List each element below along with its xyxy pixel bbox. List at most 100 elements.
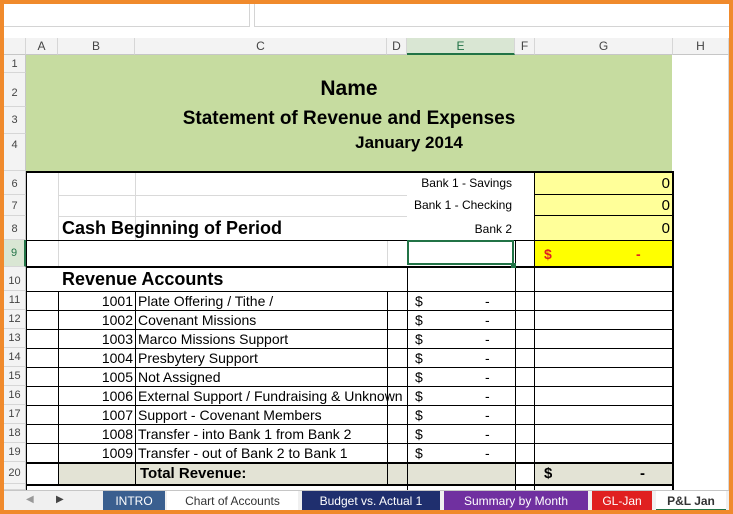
row-header-1[interactable]: 1 <box>4 55 26 73</box>
border-line <box>534 215 673 216</box>
account-name: Covenant Missions <box>138 312 257 328</box>
selected-cell-e9[interactable] <box>407 240 514 265</box>
column-header-g[interactable]: G <box>535 38 673 55</box>
cash-beginning-label: Cash Beginning of Period <box>62 218 283 238</box>
gridline <box>58 195 407 196</box>
sheet-tab-bar: ◀ ▶ INTRO Chart of Accounts Budget vs. A… <box>4 490 729 511</box>
column-header-e[interactable]: E <box>407 38 515 55</box>
account-code: 1007 <box>101 407 133 423</box>
column-header-a[interactable]: A <box>26 38 58 55</box>
row-header-8[interactable]: 8 <box>4 216 26 240</box>
account-code: 1008 <box>101 426 133 442</box>
account-currency: $ <box>415 312 423 328</box>
column-header-f[interactable]: F <box>515 38 535 55</box>
account-code: 1001 <box>101 293 133 309</box>
column-header-b[interactable]: B <box>58 38 135 55</box>
tab-budget-vs-actual[interactable]: Budget vs. Actual 1 <box>302 491 440 511</box>
account-code: 1006 <box>101 388 133 404</box>
total-revenue-currency: $ <box>544 465 553 482</box>
row-header-15[interactable]: 15 <box>4 367 26 386</box>
row-header-18[interactable]: 18 <box>4 424 26 443</box>
column-header-h[interactable]: H <box>673 38 729 55</box>
account-name: Plate Offering / Tithe / <box>138 293 274 309</box>
bank2-label: Bank 2 <box>474 222 512 236</box>
border-line <box>26 484 674 486</box>
border-line <box>26 367 674 368</box>
account-code: 1009 <box>101 445 133 461</box>
account-code: 1003 <box>101 331 133 347</box>
row-header-19[interactable]: 19 <box>4 443 26 462</box>
account-code: 1005 <box>101 369 133 385</box>
row-header-6[interactable]: 6 <box>4 171 26 195</box>
border-line <box>26 348 674 349</box>
account-name: Marco Missions Support <box>138 331 289 347</box>
total-revenue-label: Total Revenue: <box>140 465 247 482</box>
row-header-17[interactable]: 17 <box>4 405 26 424</box>
name-box[interactable] <box>4 4 250 27</box>
tab-summary-by-month[interactable]: Summary by Month <box>444 491 588 511</box>
row-header-11[interactable]: 11 <box>4 291 26 310</box>
account-code: 1004 <box>101 350 133 366</box>
border-line <box>26 462 674 464</box>
account-name: Support - Covenant Members <box>138 407 322 423</box>
row-header-20[interactable]: 20 <box>4 462 26 484</box>
account-name: Transfer - out of Bank 2 to Bank 1 <box>138 445 348 461</box>
tab-gl-jan[interactable]: GL-Jan <box>592 491 652 511</box>
bank2-value: 0 <box>661 220 670 237</box>
account-amount: - <box>485 369 490 385</box>
account-currency: $ <box>415 426 423 442</box>
bank1-checking-label: Bank 1 - Checking <box>413 198 512 212</box>
total-revenue-value: - <box>640 465 645 482</box>
scroll-right-icon[interactable]: ▶ <box>56 494 64 505</box>
fill-handle[interactable] <box>511 263 516 268</box>
row-header-10[interactable]: 10 <box>4 267 26 291</box>
account-name: Presbytery Support <box>138 350 258 366</box>
tab-intro[interactable]: INTRO <box>103 491 165 511</box>
account-name: External Support / Fundraising & Unknown <box>138 388 403 404</box>
border-line <box>26 266 674 268</box>
account-currency: $ <box>415 293 423 309</box>
account-currency: $ <box>415 445 423 461</box>
border-line <box>26 329 674 330</box>
column-header-c[interactable]: C <box>135 38 387 55</box>
cash-total-value: - <box>636 246 641 262</box>
cash-total-cell[interactable] <box>535 240 673 267</box>
border-line <box>26 310 674 311</box>
bank1-savings-label: Bank 1 - Savings <box>421 176 512 190</box>
account-amount: - <box>485 331 490 347</box>
border-line <box>26 405 674 406</box>
account-amount: - <box>485 350 490 366</box>
border-line <box>26 240 674 241</box>
account-name: Transfer - into Bank 1 from Bank 2 <box>138 426 352 442</box>
title-banner: Name Statement of Revenue and Expenses J… <box>26 55 672 171</box>
account-amount: - <box>485 293 490 309</box>
formula-bar[interactable] <box>254 4 730 27</box>
account-currency: $ <box>415 331 423 347</box>
total-revenue-shading <box>58 462 515 484</box>
bank1-checking-value: 0 <box>661 197 670 214</box>
border-line <box>135 291 136 484</box>
column-header-d[interactable]: D <box>387 38 407 55</box>
row-header-4[interactable]: 4 <box>4 134 26 171</box>
select-all-corner[interactable] <box>4 38 26 55</box>
tab-chart-of-accounts[interactable]: Chart of Accounts <box>167 491 298 511</box>
account-name: Not Assigned <box>138 369 221 385</box>
row-header-16[interactable]: 16 <box>4 386 26 405</box>
row-header-3[interactable]: 3 <box>4 107 26 134</box>
row-header-13[interactable]: 13 <box>4 329 26 348</box>
gridline <box>728 55 729 490</box>
row-header-12[interactable]: 12 <box>4 310 26 329</box>
row-header-14[interactable]: 14 <box>4 348 26 367</box>
scroll-left-icon[interactable]: ◀ <box>26 494 34 505</box>
border-line <box>26 171 674 173</box>
row-header-9[interactable]: 9 <box>4 240 26 267</box>
tab-pl-jan[interactable]: P&L Jan <box>656 491 726 511</box>
row-header-2[interactable]: 2 <box>4 73 26 107</box>
row-header-7[interactable]: 7 <box>4 195 26 216</box>
account-currency: $ <box>415 388 423 404</box>
account-amount: - <box>485 445 490 461</box>
report-name: Name <box>320 77 378 100</box>
revenue-accounts-header: Revenue Accounts <box>62 269 224 289</box>
report-title: Statement of Revenue and Expenses <box>182 108 516 129</box>
border-line <box>515 240 516 490</box>
